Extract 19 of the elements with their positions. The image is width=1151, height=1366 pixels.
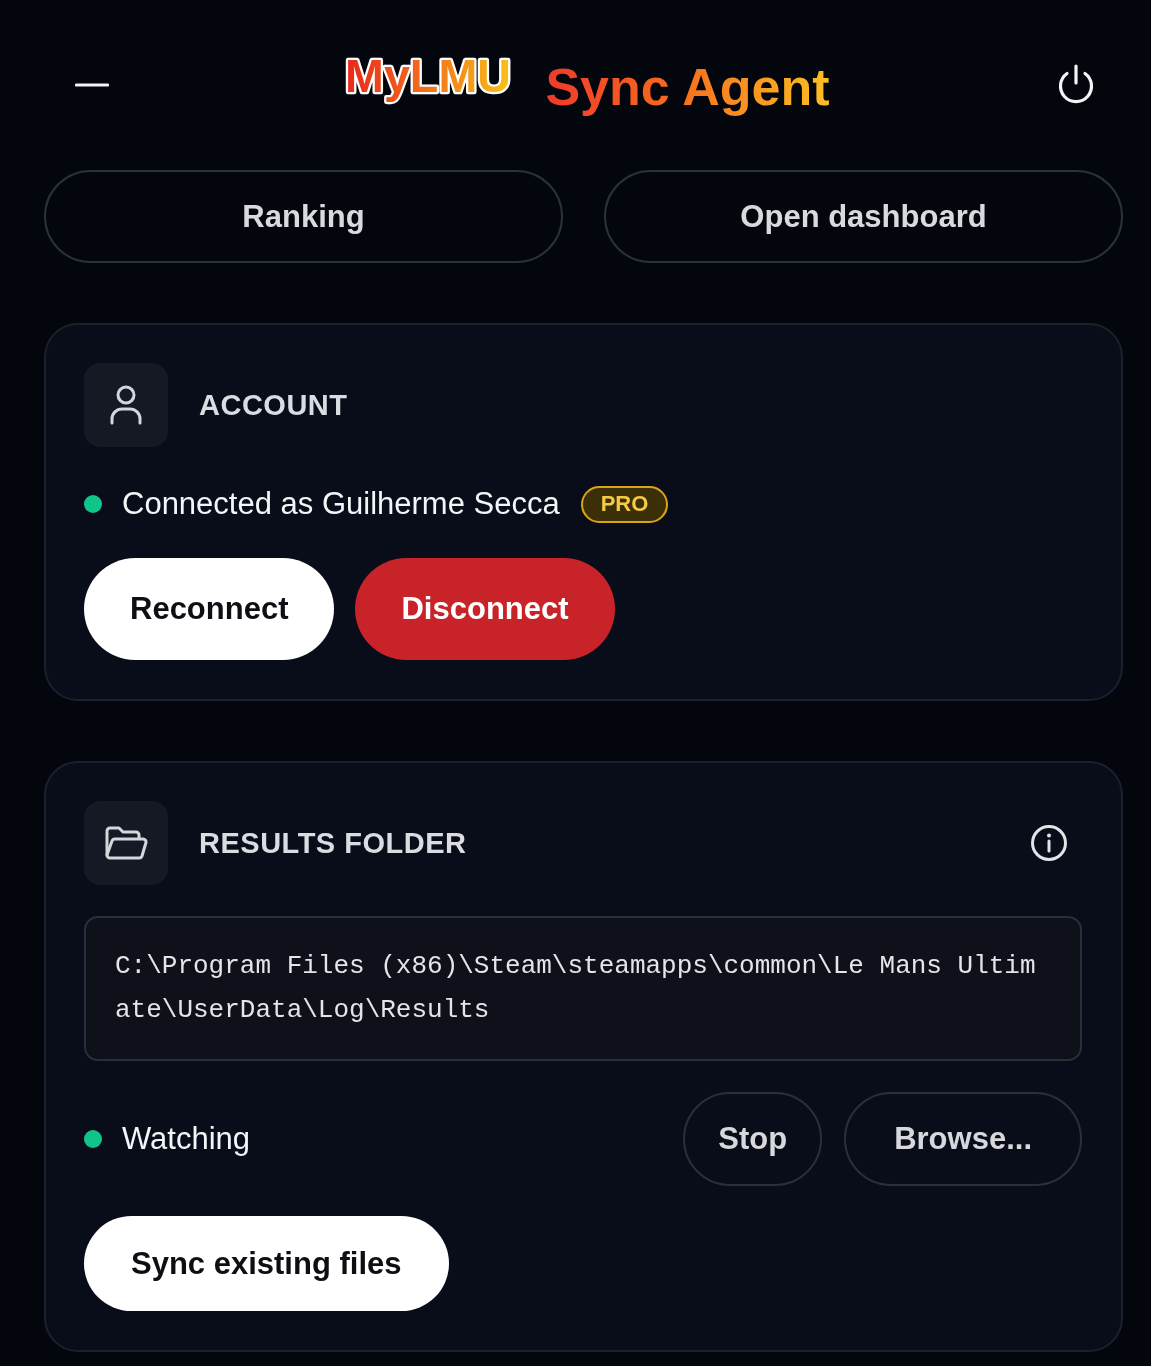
section-title: RESULTS FOLDER xyxy=(199,826,467,860)
watch-status: Watching xyxy=(122,1120,251,1158)
nav-button[interactable]: Open dashboard xyxy=(604,170,1123,263)
power-icon[interactable] xyxy=(1056,64,1096,106)
stop-button[interactable]: Stop xyxy=(683,1092,823,1186)
browse-button[interactable]: Browse... xyxy=(844,1092,1082,1186)
folder-icon xyxy=(84,801,168,885)
sync-files-button[interactable]: Sync existing files xyxy=(84,1216,449,1311)
logo: MyLMU xyxy=(341,48,518,114)
disconnect-button[interactable]: Disconnect xyxy=(355,558,615,660)
reconnect-button[interactable]: Reconnect xyxy=(84,558,335,660)
minimize-icon[interactable] xyxy=(75,82,109,88)
user-icon xyxy=(84,363,168,447)
folder-path-field: C:\Program Files (x86)\Steam\steamapps\common\Le Mans Ultimate\UserData\Log\Results xyxy=(84,916,1082,1061)
info-icon[interactable] xyxy=(1030,824,1068,862)
section-title: ACCOUNT xyxy=(199,388,348,422)
pro-badge: PRO xyxy=(580,485,669,523)
connection-status: Connected as Guilherme Secca xyxy=(122,485,560,523)
nav-button[interactable]: Ranking xyxy=(44,170,563,263)
